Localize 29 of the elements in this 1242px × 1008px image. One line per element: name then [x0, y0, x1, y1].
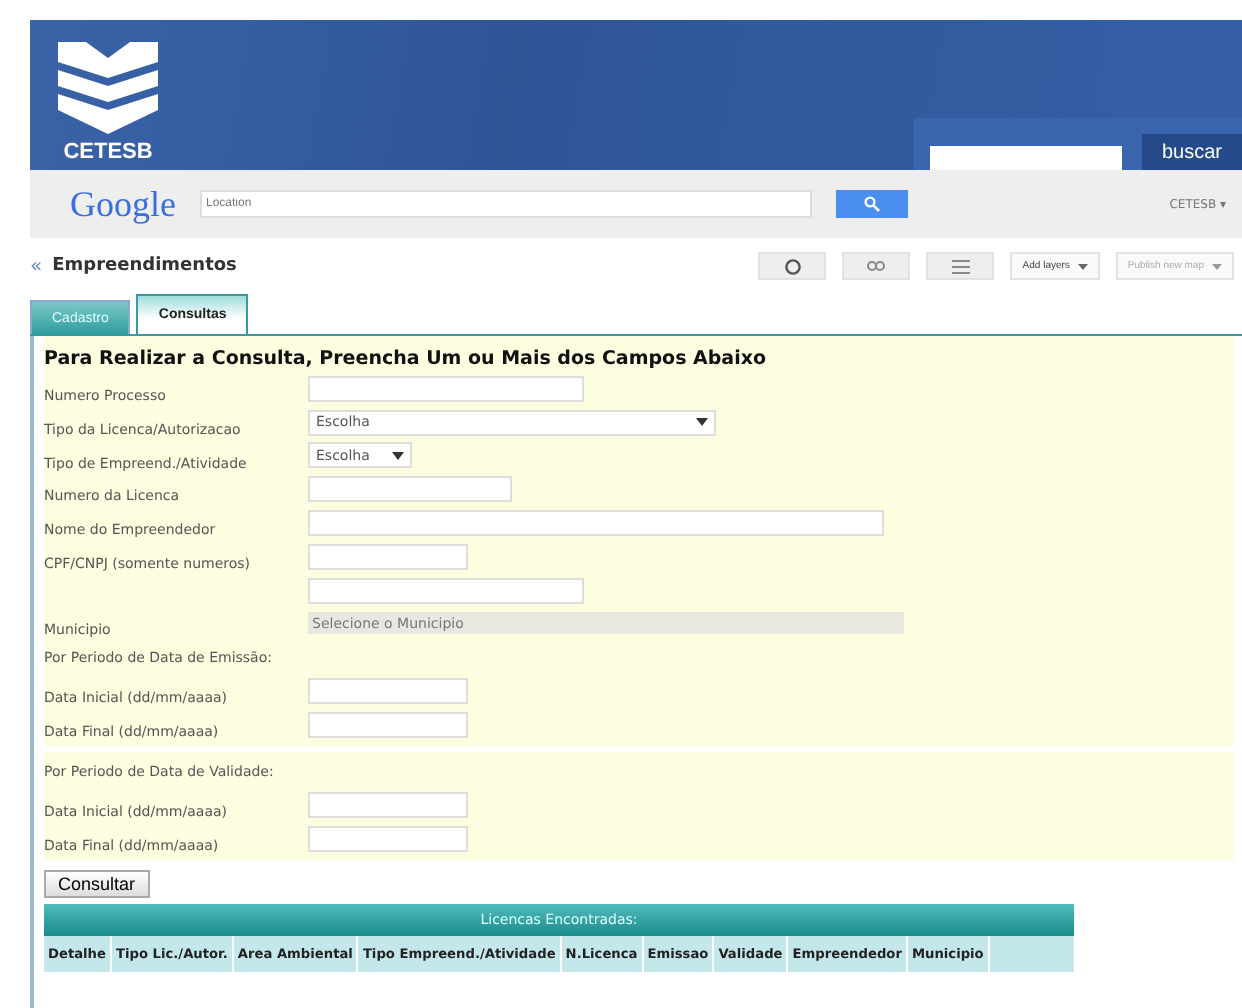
- search-button[interactable]: buscar: [1142, 134, 1242, 170]
- list-icon: [951, 259, 970, 273]
- collapse-button[interactable]: «: [30, 255, 43, 277]
- consultar-button[interactable]: Consultar: [44, 870, 150, 899]
- search-button[interactable]: [836, 190, 908, 218]
- form-heading: Para Realizar a Consulta, Preencha Um ou Mais dos Campos Abaixo: [44, 348, 768, 370]
- logo-text: CETESB: [63, 140, 153, 164]
- input-field[interactable]: [308, 476, 512, 503]
- google-logo: Google: [70, 183, 176, 225]
- caret-icon: [696, 418, 708, 427]
- input-field[interactable]: [308, 826, 468, 853]
- refresh-button[interactable]: [758, 252, 827, 280]
- list-button[interactable]: [926, 252, 995, 280]
- input-field[interactable]: [308, 577, 584, 604]
- input-field[interactable]: [308, 543, 468, 570]
- search-icon: [864, 196, 880, 212]
- input-field[interactable]: [308, 678, 468, 705]
- caret-icon: [1077, 263, 1088, 269]
- input-field[interactable]: [308, 375, 584, 402]
- input-field[interactable]: [308, 792, 468, 819]
- input-field[interactable]: [308, 510, 884, 537]
- caret-icon: [392, 451, 404, 460]
- link-icon: [866, 260, 887, 272]
- search-field[interactable]: [930, 146, 1122, 170]
- caret-icon: [1212, 263, 1222, 269]
- link-button[interactable]: [842, 252, 911, 280]
- input-field[interactable]: [308, 711, 468, 738]
- logo-icon: [58, 42, 158, 134]
- map-title: Empreendimentos: [52, 256, 237, 276]
